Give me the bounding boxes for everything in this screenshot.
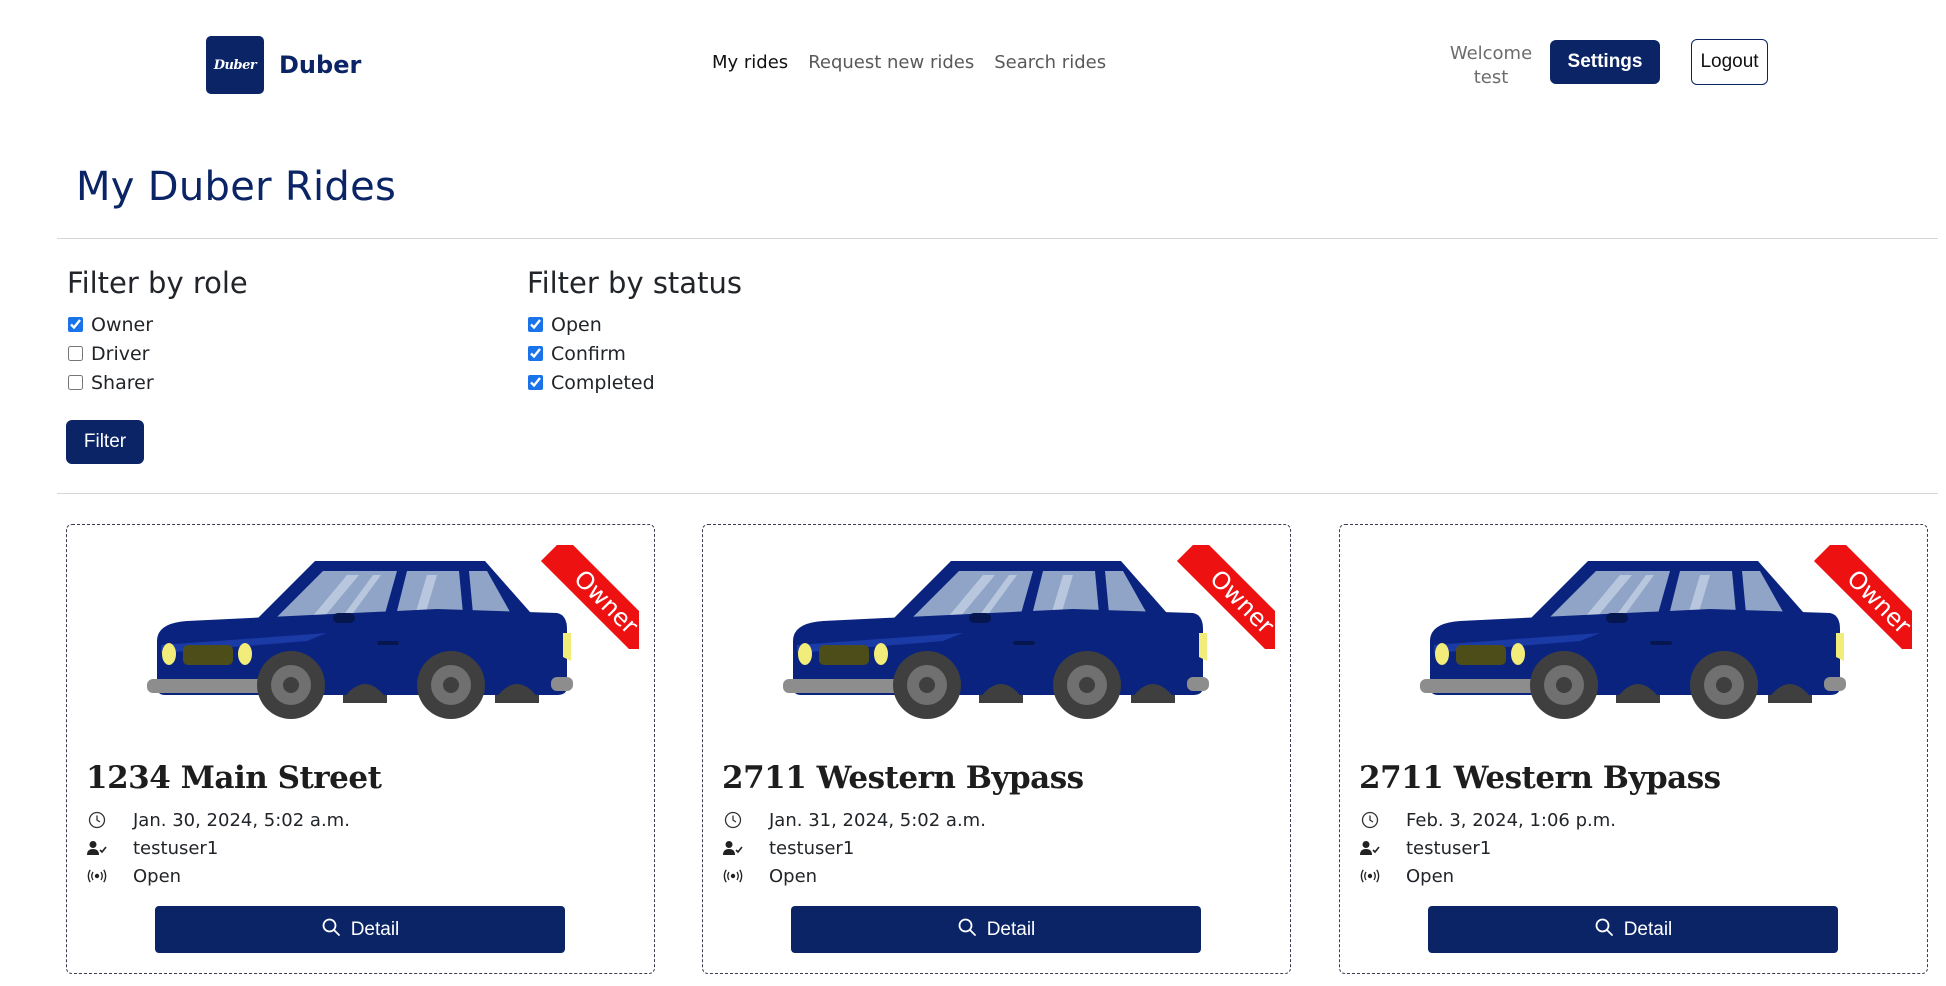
divider (57, 493, 1938, 494)
nav-request-new-rides[interactable]: Request new rides (808, 52, 974, 73)
ride-status: Open (133, 865, 182, 887)
driver-label: Driver (91, 342, 150, 365)
ride-owner-row: testuser1 (722, 837, 854, 859)
ride-owner-row: testuser1 (1359, 837, 1491, 859)
user-check-icon (1359, 837, 1381, 859)
search-icon (1594, 917, 1614, 943)
driver-checkbox[interactable] (68, 346, 83, 361)
ride-status: Open (1406, 865, 1455, 887)
broadcast-icon (86, 865, 108, 887)
ride-destination: 1234 Main Street (86, 760, 382, 796)
ride-card: Owner 2711 Western Bypass Feb. 3, 2024, … (1339, 524, 1928, 974)
detail-button[interactable]: Detail (791, 906, 1201, 953)
welcome-message: Welcome test (1430, 42, 1552, 90)
ride-owner: testuser1 (769, 837, 855, 859)
role-ribbon-label: Owner (1813, 545, 1912, 649)
role-ribbon: Owner (1808, 545, 1912, 649)
ride-datetime-row: Jan. 30, 2024, 5:02 a.m. (86, 809, 350, 831)
clock-icon (86, 809, 108, 831)
detail-button-label: Detail (1623, 918, 1673, 940)
ride-destination: 2711 Western Bypass (722, 760, 1084, 796)
car-image (1420, 561, 1846, 719)
ride-status-row: Open (1359, 865, 1454, 887)
user-check-icon (86, 837, 108, 859)
car-image (147, 561, 573, 719)
car-image (783, 561, 1209, 719)
completed-label: Completed (551, 371, 655, 394)
ride-status-row: Open (722, 865, 817, 887)
ride-card: Owner 2711 Western Bypass Jan. 31, 2024,… (702, 524, 1291, 974)
welcome-username: test (1473, 67, 1509, 88)
detail-button[interactable]: Detail (155, 906, 565, 953)
role-ribbon: Owner (1171, 545, 1275, 649)
ride-card: Owner 1234 Main Street Jan. 30, 2024, 5:… (66, 524, 655, 974)
ride-datetime: Jan. 30, 2024, 5:02 a.m. (133, 809, 350, 831)
brand-name: Duber (279, 51, 362, 79)
filter-role-owner[interactable]: Owner (67, 310, 248, 339)
filter-role-sharer[interactable]: Sharer (67, 368, 248, 397)
ride-datetime: Jan. 31, 2024, 5:02 a.m. (769, 809, 986, 831)
broadcast-icon (722, 865, 744, 887)
detail-button-label: Detail (350, 918, 400, 940)
ride-destination: 2711 Western Bypass (1359, 760, 1721, 796)
confirm-label: Confirm (551, 342, 626, 365)
clock-icon (1359, 809, 1381, 831)
role-ribbon: Owner (535, 545, 639, 649)
sharer-label: Sharer (91, 371, 154, 394)
filter-button[interactable]: Filter (66, 420, 144, 464)
settings-button[interactable]: Settings (1550, 40, 1660, 84)
search-icon (957, 917, 977, 943)
ride-owner: testuser1 (133, 837, 219, 859)
sharer-checkbox[interactable] (68, 375, 83, 390)
search-icon (321, 917, 341, 943)
ride-owner-row: testuser1 (86, 837, 218, 859)
open-checkbox[interactable] (528, 317, 543, 332)
filter-status-open[interactable]: Open (527, 310, 742, 339)
owner-checkbox[interactable] (68, 317, 83, 332)
nav-my-rides[interactable]: My rides (712, 52, 788, 73)
filter-role-driver[interactable]: Driver (67, 339, 248, 368)
broadcast-icon (1359, 865, 1381, 887)
filter-by-role: Filter by role Owner Driver Sharer (67, 266, 248, 397)
owner-label: Owner (91, 313, 154, 336)
ride-status-row: Open (86, 865, 181, 887)
brand-logo: Duber (206, 36, 264, 94)
open-label: Open (551, 313, 602, 336)
clock-icon (722, 809, 744, 831)
filter-status-completed[interactable]: Completed (527, 368, 742, 397)
logout-button[interactable]: Logout (1691, 39, 1768, 85)
detail-button-label: Detail (986, 918, 1036, 940)
filter-status-heading: Filter by status (527, 266, 742, 300)
brand-link[interactable]: Duber Duber (206, 36, 361, 94)
role-ribbon-label: Owner (1176, 545, 1275, 649)
main-nav: My rides Request new rides Search rides (712, 52, 1106, 73)
ride-status: Open (769, 865, 818, 887)
divider (57, 238, 1938, 239)
detail-button[interactable]: Detail (1428, 906, 1838, 953)
ride-owner: testuser1 (1406, 837, 1492, 859)
page-title: My Duber Rides (76, 164, 397, 210)
confirm-checkbox[interactable] (528, 346, 543, 361)
ride-datetime-row: Feb. 3, 2024, 1:06 p.m. (1359, 809, 1616, 831)
nav-search-rides[interactable]: Search rides (994, 52, 1106, 73)
role-ribbon-label: Owner (540, 545, 639, 649)
welcome-label: Welcome (1449, 43, 1533, 64)
completed-checkbox[interactable] (528, 375, 543, 390)
filter-role-heading: Filter by role (67, 266, 248, 300)
filter-by-status: Filter by status Open Confirm Completed (527, 266, 742, 397)
ride-datetime: Feb. 3, 2024, 1:06 p.m. (1406, 809, 1617, 831)
user-check-icon (722, 837, 744, 859)
ride-datetime-row: Jan. 31, 2024, 5:02 a.m. (722, 809, 986, 831)
filter-status-confirm[interactable]: Confirm (527, 339, 742, 368)
